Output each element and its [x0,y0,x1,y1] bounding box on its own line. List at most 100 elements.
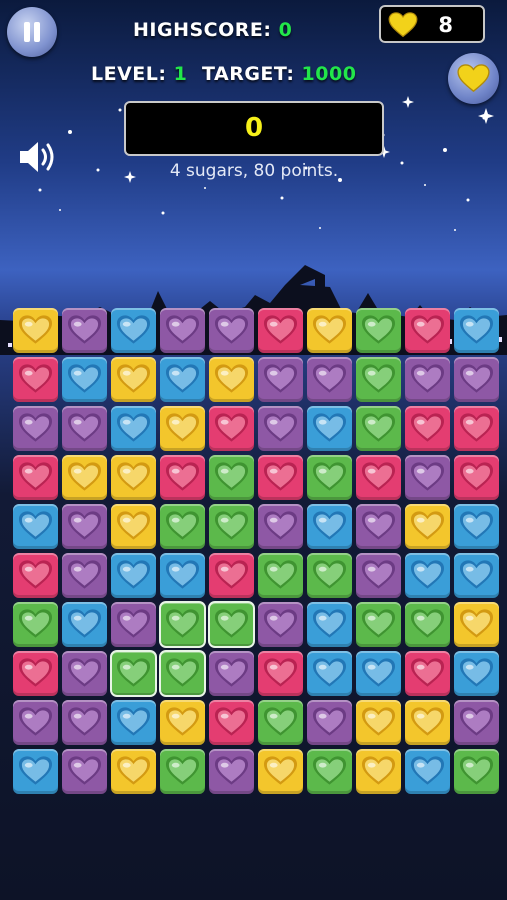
tile-purple[interactable] [209,749,254,794]
tile-blue[interactable] [62,602,107,647]
pause-button[interactable] [7,7,57,57]
tile-blue[interactable] [307,602,352,647]
tile-green[interactable] [159,650,206,697]
tile-purple[interactable] [13,700,58,745]
tile-green[interactable] [160,504,205,549]
tile-blue[interactable] [13,749,58,794]
tile-purple[interactable] [258,504,303,549]
tile-blue[interactable] [454,504,499,549]
tile-purple[interactable] [62,749,107,794]
tile-blue[interactable] [307,651,352,696]
tile-yellow[interactable] [258,749,303,794]
tile-green[interactable] [356,602,401,647]
tile-blue[interactable] [111,406,156,451]
tile-purple[interactable] [209,308,254,353]
tile-purple[interactable] [62,553,107,598]
tile-blue[interactable] [160,357,205,402]
tile-green[interactable] [209,504,254,549]
tile-yellow[interactable] [160,406,205,451]
tile-pink[interactable] [405,406,450,451]
tile-blue[interactable] [111,553,156,598]
tile-blue[interactable] [160,553,205,598]
tile-pink[interactable] [160,455,205,500]
tile-pink[interactable] [258,455,303,500]
tile-green[interactable] [356,357,401,402]
tile-purple[interactable] [62,406,107,451]
tile-yellow[interactable] [356,749,401,794]
tile-yellow[interactable] [405,504,450,549]
tile-green[interactable] [110,650,157,697]
shop-button[interactable] [448,53,499,104]
tile-yellow[interactable] [454,602,499,647]
tile-green[interactable] [356,308,401,353]
tile-purple[interactable] [405,357,450,402]
tile-blue[interactable] [111,700,156,745]
tile-yellow[interactable] [356,700,401,745]
tile-purple[interactable] [258,602,303,647]
tile-purple[interactable] [62,308,107,353]
tile-pink[interactable] [13,455,58,500]
tile-pink[interactable] [454,455,499,500]
tile-pink[interactable] [209,553,254,598]
tile-pink[interactable] [13,651,58,696]
tile-purple[interactable] [160,308,205,353]
tile-pink[interactable] [258,651,303,696]
tile-purple[interactable] [258,406,303,451]
tile-pink[interactable] [405,651,450,696]
tile-pink[interactable] [454,406,499,451]
tile-purple[interactable] [454,357,499,402]
tile-purple[interactable] [307,357,352,402]
tile-pink[interactable] [13,553,58,598]
tile-purple[interactable] [62,504,107,549]
tile-yellow[interactable] [405,700,450,745]
tile-pink[interactable] [209,406,254,451]
tile-purple[interactable] [111,602,156,647]
tile-blue[interactable] [62,357,107,402]
tile-green[interactable] [159,601,206,648]
tile-yellow[interactable] [62,455,107,500]
tile-yellow[interactable] [111,455,156,500]
tile-blue[interactable] [13,504,58,549]
tile-blue[interactable] [111,308,156,353]
tile-purple[interactable] [356,504,401,549]
tile-purple[interactable] [307,700,352,745]
tile-pink[interactable] [209,700,254,745]
tile-blue[interactable] [454,308,499,353]
tile-pink[interactable] [258,308,303,353]
tile-purple[interactable] [405,455,450,500]
tile-blue[interactable] [405,749,450,794]
tile-purple[interactable] [62,700,107,745]
tile-purple[interactable] [13,406,58,451]
tile-purple[interactable] [209,651,254,696]
tile-green[interactable] [307,455,352,500]
tile-green[interactable] [454,749,499,794]
tile-green[interactable] [160,749,205,794]
tile-green[interactable] [258,553,303,598]
tile-purple[interactable] [62,651,107,696]
speaker-icon[interactable] [17,138,59,176]
tile-purple[interactable] [454,700,499,745]
tile-green[interactable] [307,749,352,794]
tile-pink[interactable] [405,308,450,353]
tile-green[interactable] [405,602,450,647]
tile-yellow[interactable] [160,700,205,745]
tile-yellow[interactable] [111,749,156,794]
tile-blue[interactable] [307,504,352,549]
tile-yellow[interactable] [111,504,156,549]
tile-pink[interactable] [13,357,58,402]
tile-yellow[interactable] [111,357,156,402]
tile-green[interactable] [258,700,303,745]
tile-pink[interactable] [356,455,401,500]
tile-blue[interactable] [405,553,450,598]
tile-green[interactable] [13,602,58,647]
tile-blue[interactable] [307,406,352,451]
tile-purple[interactable] [258,357,303,402]
tile-purple[interactable] [356,553,401,598]
tile-blue[interactable] [356,651,401,696]
tile-yellow[interactable] [307,308,352,353]
tile-green[interactable] [307,553,352,598]
tile-green[interactable] [208,601,255,648]
tile-green[interactable] [356,406,401,451]
tile-blue[interactable] [454,553,499,598]
tile-blue[interactable] [454,651,499,696]
